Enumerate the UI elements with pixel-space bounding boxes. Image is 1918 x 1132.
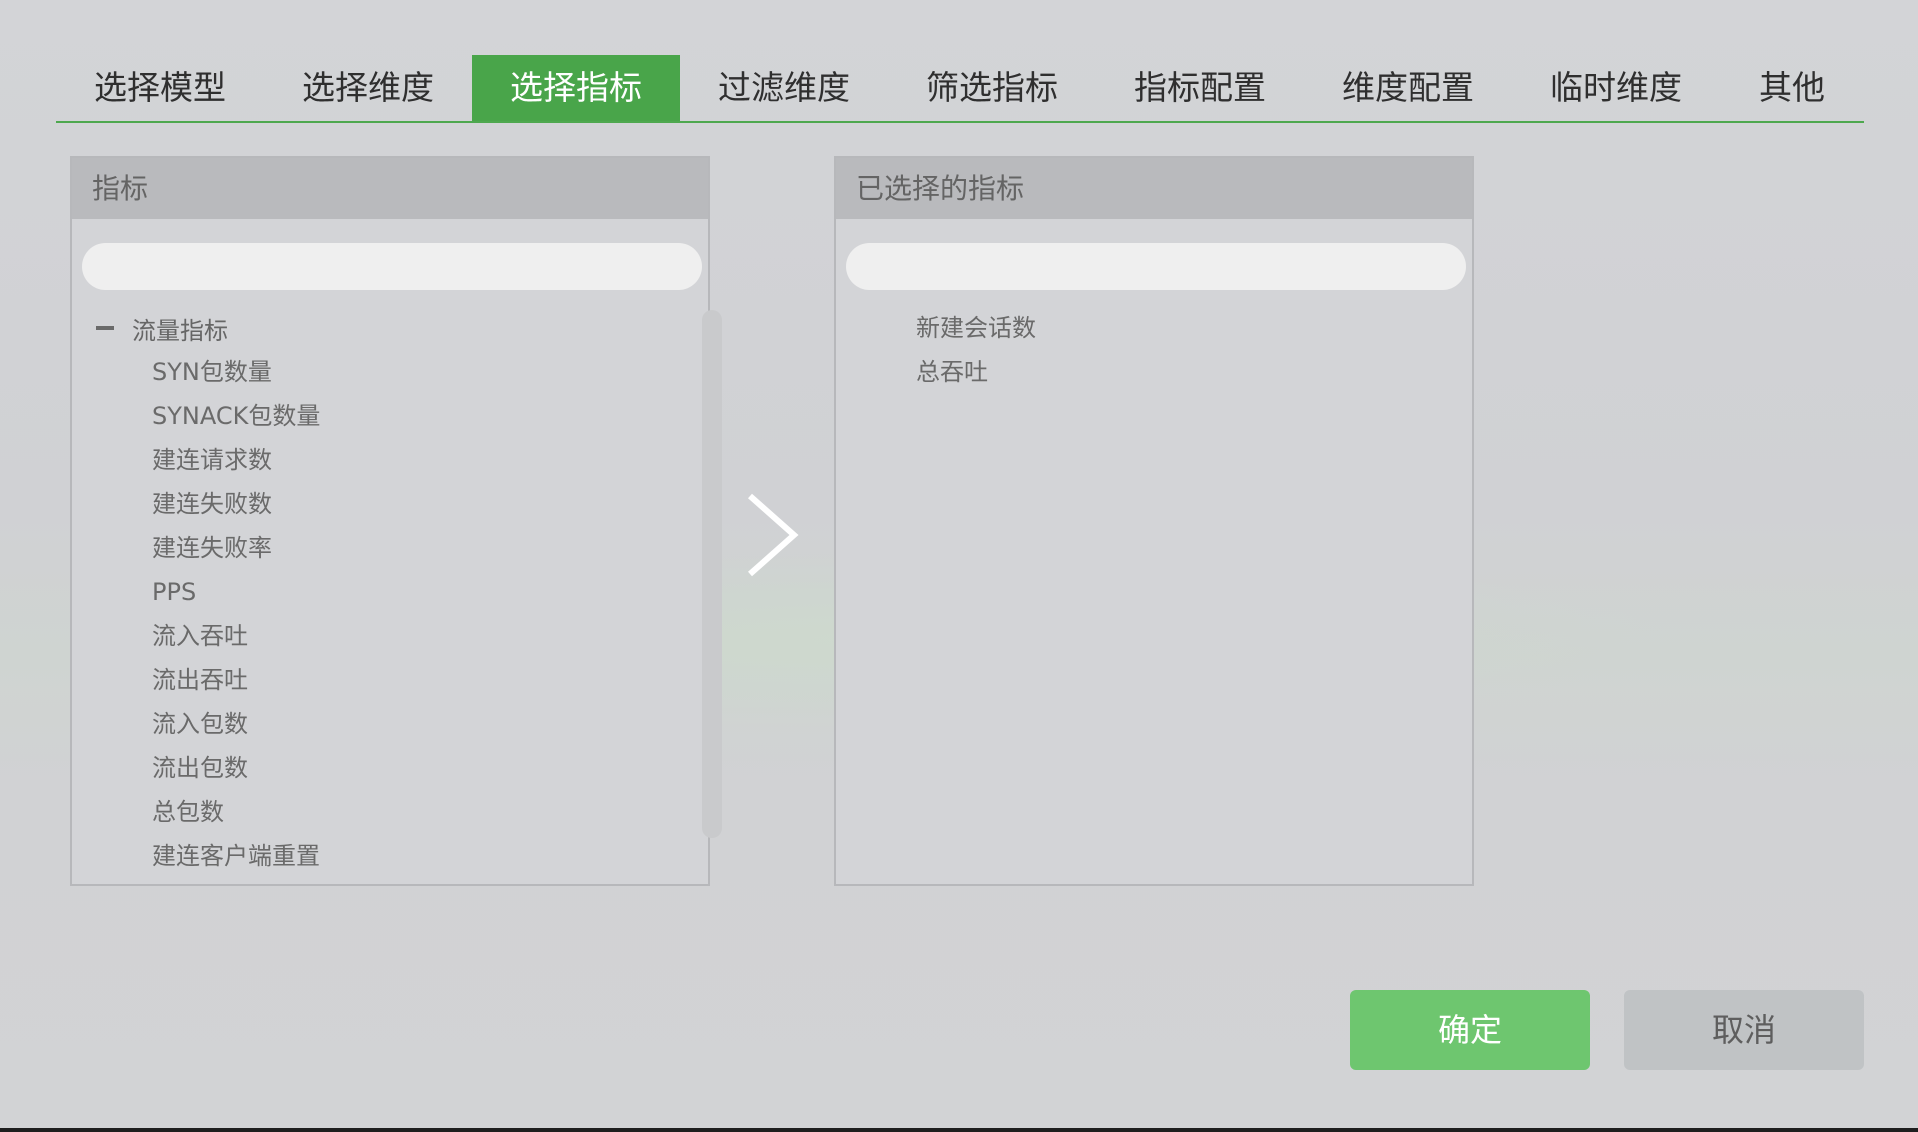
tab-bar: 选择模型 选择维度 选择指标 过滤维度 筛选指标 指标配置 维度配置 临时维度 … xyxy=(56,55,1864,123)
confirm-button[interactable]: 确定 xyxy=(1350,990,1590,1070)
list-item[interactable]: SYNACK包数量 xyxy=(152,398,320,434)
tab-metric-config[interactable]: 指标配置 xyxy=(1096,55,1304,121)
list-item[interactable]: 建连客户端重置 xyxy=(152,838,320,874)
list-item[interactable]: 流入包数 xyxy=(152,706,248,742)
cancel-button[interactable]: 取消 xyxy=(1624,990,1864,1070)
list-item[interactable]: 流出包数 xyxy=(152,750,248,786)
tab-dimension-config[interactable]: 维度配置 xyxy=(1304,55,1512,121)
selected-item[interactable]: 新建会话数 xyxy=(916,310,1036,346)
tab-select-model[interactable]: 选择模型 xyxy=(56,55,264,121)
list-item[interactable]: 建连失败率 xyxy=(152,530,272,566)
metric-list-panel: 指标 流量指标 SYN包数量 SYNACK包数量 建连请求数 建连失败数 建连失… xyxy=(70,156,722,886)
chevron-right-icon xyxy=(748,493,799,577)
metric-search-input[interactable] xyxy=(82,243,702,290)
tab-other[interactable]: 其他 xyxy=(1720,55,1864,121)
selected-item[interactable]: 总吞吐 xyxy=(916,354,988,390)
tab-select-dimension[interactable]: 选择维度 xyxy=(264,55,472,121)
tab-temp-dimension[interactable]: 临时维度 xyxy=(1512,55,1720,121)
tree-group-label: 流量指标 xyxy=(132,316,228,345)
panel-title: 已选择的指标 xyxy=(836,158,1472,219)
list-item[interactable]: 建连请求数 xyxy=(152,442,272,478)
tab-select-metric[interactable]: 选择指标 xyxy=(472,55,680,121)
move-right-button[interactable] xyxy=(740,492,804,578)
tab-filter-dimension[interactable]: 过滤维度 xyxy=(680,55,888,121)
list-item[interactable]: 流入吞吐 xyxy=(152,618,248,654)
collapse-icon[interactable] xyxy=(96,326,114,330)
selected-metric-panel: 已选择的指标 新建会话数 总吞吐 xyxy=(834,156,1474,886)
panel-title: 指标 xyxy=(72,158,708,219)
bottom-border xyxy=(0,1128,1918,1132)
scrollbar[interactable] xyxy=(702,310,722,838)
selected-search-input[interactable] xyxy=(846,243,1466,290)
tab-filter-metric[interactable]: 筛选指标 xyxy=(888,55,1096,121)
list-item[interactable]: PPS xyxy=(152,574,196,610)
list-item[interactable]: 总包数 xyxy=(152,794,224,830)
list-item[interactable]: 流出吞吐 xyxy=(152,662,248,698)
list-item[interactable]: SYN包数量 xyxy=(152,354,272,390)
list-item[interactable]: 建连失败数 xyxy=(152,486,272,522)
tree-group-traffic-metrics[interactable]: 流量指标 xyxy=(96,310,228,346)
